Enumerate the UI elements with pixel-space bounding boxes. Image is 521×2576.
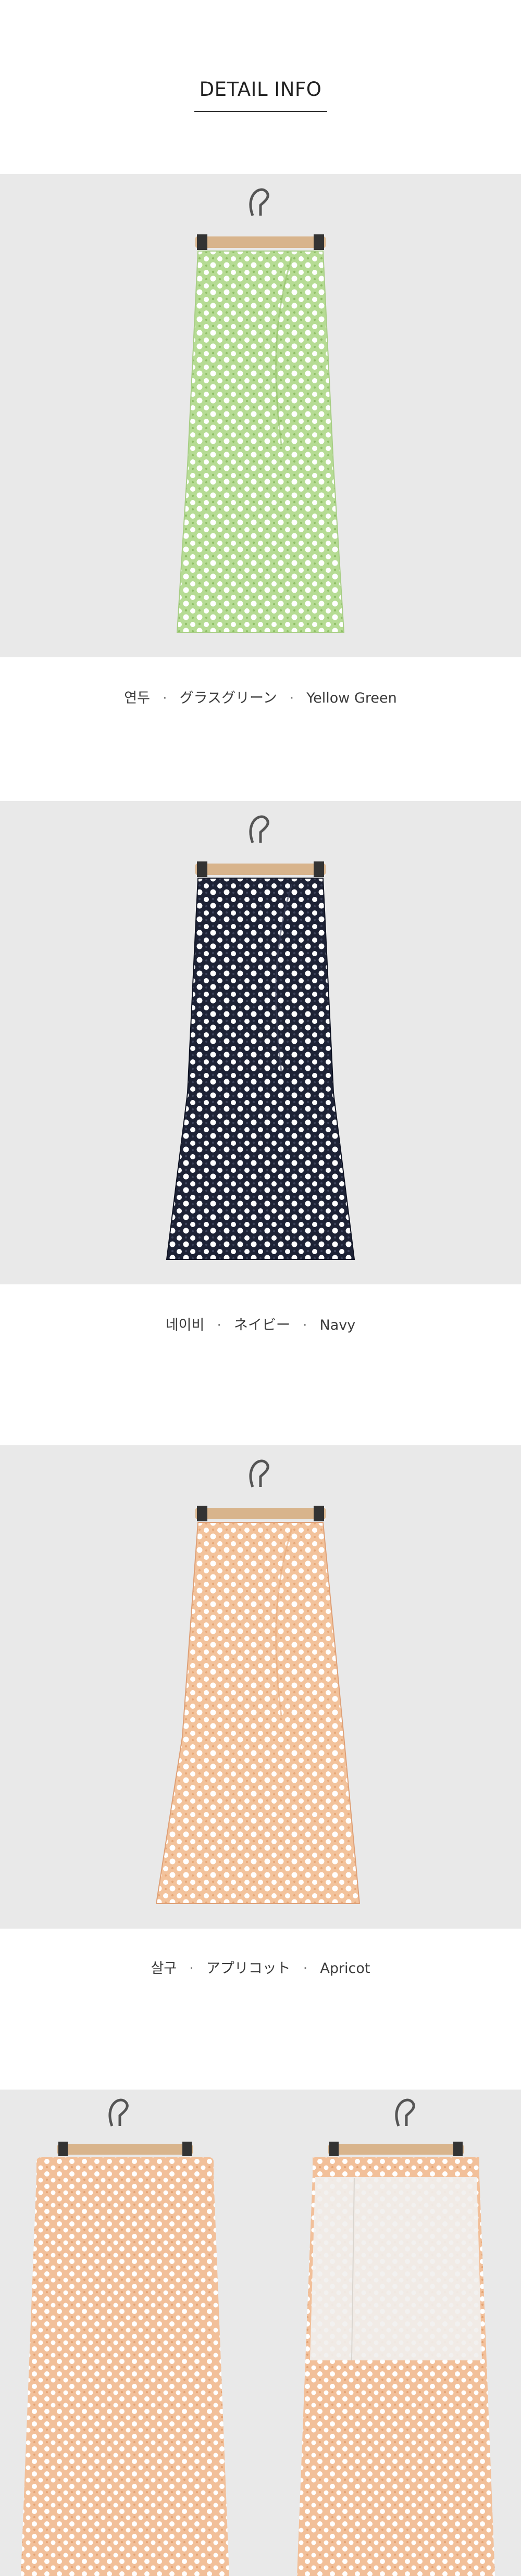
skirt-illustration [0,1445,521,1929]
skirt-illustration [0,174,521,657]
product-photo-yellow-green [0,174,521,657]
skirt-front-illustration [0,2090,260,2576]
skirt-lining-illustration [260,2090,521,2576]
color-caption-navy: 네이비 · ネイビー · Navy [165,1317,356,1333]
detail-info-header: DETAIL INFO [0,78,521,112]
detail-photo-lining [260,2090,521,2576]
color-caption-apricot: 살구 · アプリコット · Apricot [151,1960,370,1977]
product-photo-navy [0,801,521,1284]
page-title: DETAIL INFO [199,78,322,101]
skirt-illustration [0,801,521,1284]
product-photo-apricot [0,1445,521,1929]
detail-photo-front [0,2090,260,2576]
detail-photo-pair [0,2090,521,2576]
color-caption-yellow-green: 연두 · グラスグリーン · Yellow Green [124,690,397,706]
title-underline [194,111,327,112]
